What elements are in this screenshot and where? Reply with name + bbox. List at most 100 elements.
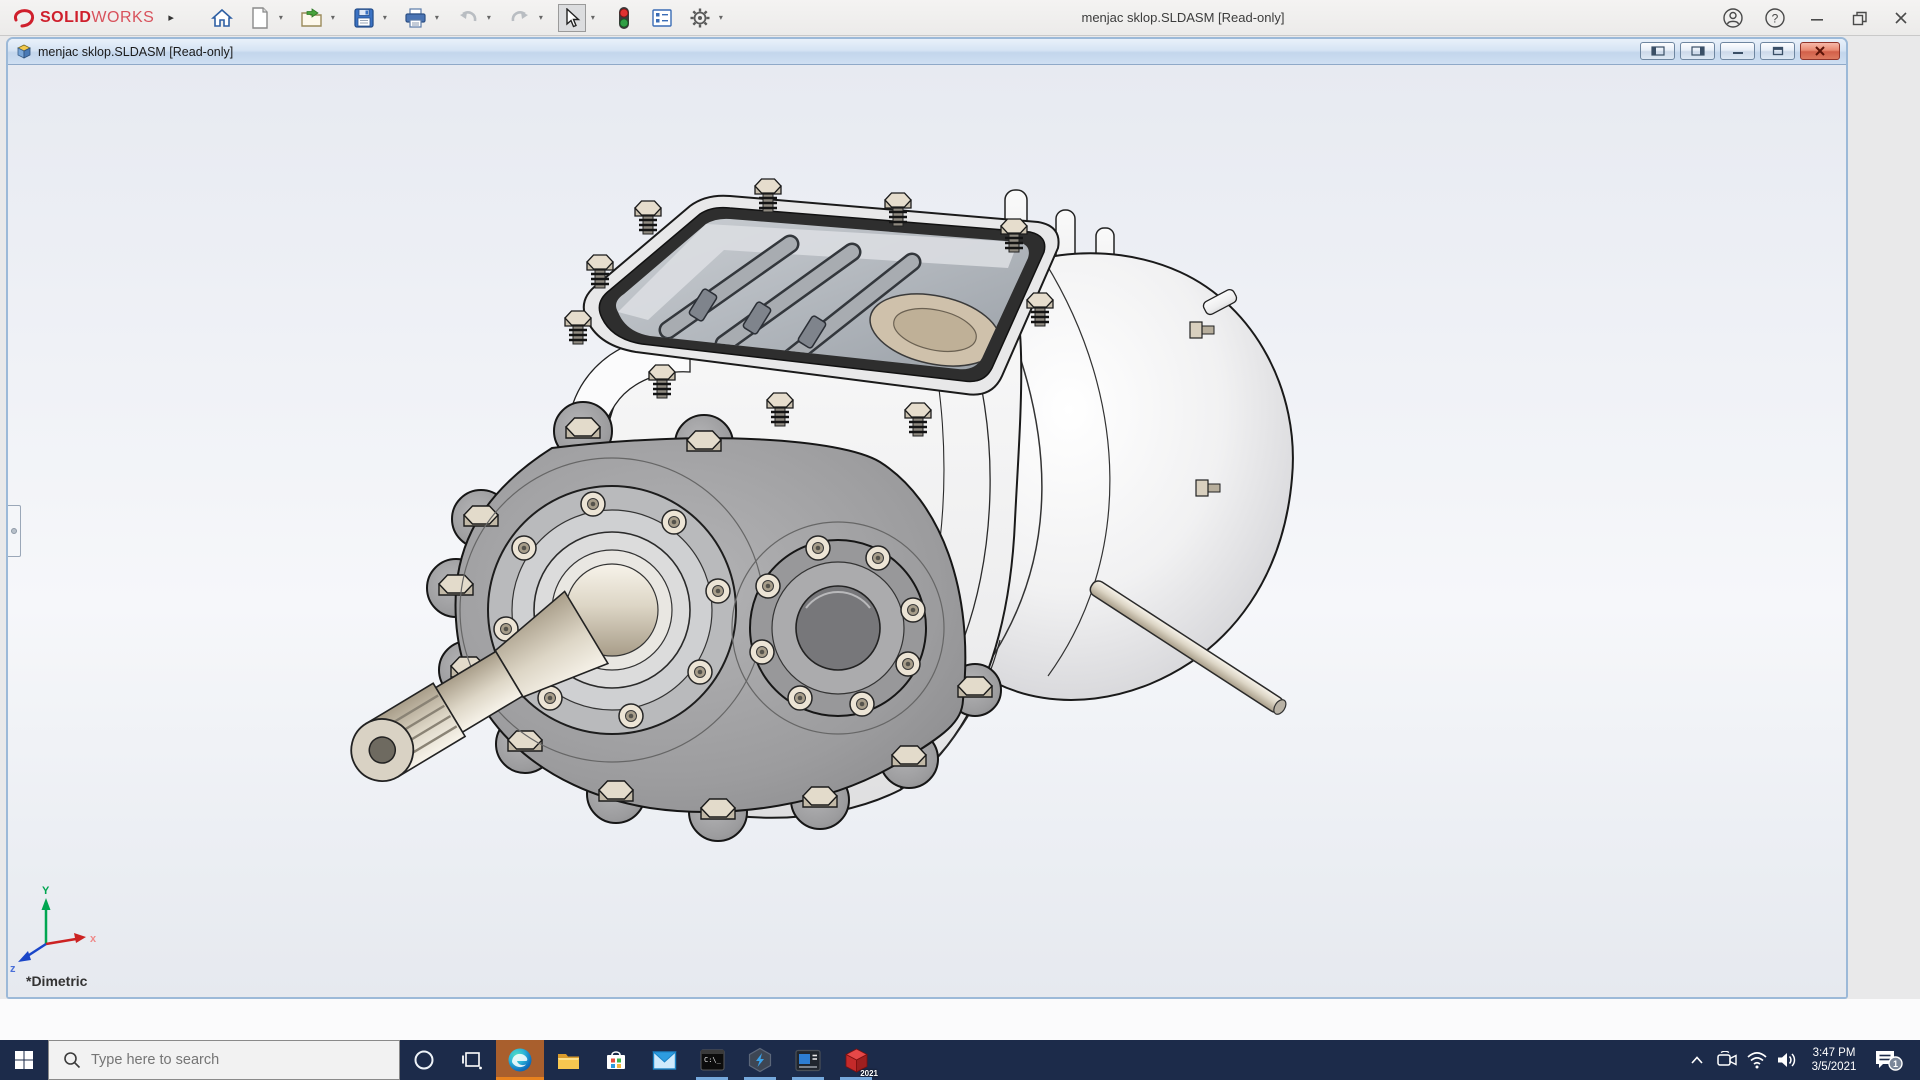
taskbar-item-solidworks[interactable]: 2021 (832, 1040, 880, 1080)
taskbar-search-box[interactable] (48, 1040, 400, 1080)
windows-start-icon (14, 1050, 34, 1070)
print-button[interactable] (402, 4, 430, 32)
notification-badge: 1 (1893, 1059, 1898, 1069)
display-properties-button[interactable] (648, 4, 676, 32)
hexagon-app-icon (747, 1047, 773, 1073)
start-button[interactable] (0, 1040, 48, 1080)
help-button[interactable]: ? (1764, 7, 1786, 29)
home-icon (211, 7, 233, 29)
solidworks-logo-icon (10, 6, 36, 30)
document-window: menjac sklop.SLDASM [Read-only] (6, 37, 1848, 999)
speaker-icon (1776, 1051, 1798, 1069)
pane-right-icon (1691, 46, 1705, 56)
taskbar: C:\_ (0, 1040, 1920, 1080)
file-explorer-icon (556, 1048, 581, 1073)
minimize-button[interactable] (1806, 7, 1828, 29)
command-prompt-icon: C:\_ (700, 1048, 725, 1072)
restore-icon (1852, 11, 1867, 26)
home-button[interactable] (208, 4, 236, 32)
pane-left-button[interactable] (1640, 42, 1675, 60)
pane-right-button[interactable] (1680, 42, 1715, 60)
close-button[interactable] (1890, 7, 1912, 29)
taskbar-item-file-explorer[interactable] (544, 1040, 592, 1080)
featuremanager-collapsed-tab[interactable] (8, 505, 21, 557)
search-input[interactable] (91, 1052, 371, 1068)
window-title: menjac sklop.SLDASM [Read-only] (1030, 10, 1336, 25)
triad-z-label: z (10, 963, 16, 975)
doc-close-button[interactable] (1800, 42, 1840, 60)
new-document-button[interactable] (246, 4, 274, 32)
tray-meet-now[interactable] (1712, 1040, 1742, 1080)
redo-icon (509, 8, 531, 28)
print-dropdown[interactable]: ▾ (430, 4, 444, 32)
menu-flyout-arrow[interactable]: ▸ (168, 11, 174, 24)
open-folder-icon (300, 7, 324, 29)
mail-icon (652, 1050, 677, 1071)
open-button[interactable] (298, 4, 326, 32)
system-tray: 3:47 PM 3/5/2021 1 (1682, 1040, 1920, 1080)
taskbar-item-task-view[interactable] (448, 1040, 496, 1080)
traffic-light-icon (617, 6, 631, 30)
account-icon (1722, 7, 1744, 29)
svg-text:C:\_: C:\_ (704, 1056, 722, 1064)
view-orientation-label: *Dimetric (26, 973, 87, 989)
taskbar-clock[interactable]: 3:47 PM 3/5/2021 (1802, 1046, 1866, 1074)
interference-check-button[interactable] (610, 4, 638, 32)
cortana-icon (413, 1049, 435, 1071)
new-document-dropdown[interactable]: ▾ (274, 4, 288, 32)
restore-button[interactable] (1848, 7, 1870, 29)
desktop: SOLIDWORKS ▸ ▾ (0, 0, 1920, 1080)
meet-now-icon (1716, 1051, 1738, 1069)
new-document-icon (250, 7, 270, 29)
properties-list-icon (651, 8, 673, 28)
taskbar-item-command-prompt[interactable]: C:\_ (688, 1040, 736, 1080)
select-tool-button[interactable] (558, 4, 586, 32)
save-button[interactable] (350, 4, 378, 32)
search-icon (63, 1051, 81, 1069)
triad-y-label: Y (42, 885, 50, 897)
taskbar-item-cortana[interactable] (400, 1040, 448, 1080)
app-title-bar: SOLIDWORKS ▸ ▾ (0, 0, 1920, 36)
brand-works: WORKS (91, 9, 154, 27)
tray-chevron-button[interactable] (1682, 1040, 1712, 1080)
account-button[interactable] (1722, 7, 1744, 29)
taskbar-item-hex-app[interactable] (736, 1040, 784, 1080)
action-center-icon: 1 (1873, 1048, 1903, 1072)
options-dropdown[interactable]: ▾ (714, 4, 728, 32)
gearbox-assembly-model[interactable]: Y x z (8, 65, 1846, 997)
solidworks-logo: SOLIDWORKS (10, 6, 154, 30)
save-dropdown[interactable]: ▾ (378, 4, 392, 32)
tray-network[interactable] (1742, 1040, 1772, 1080)
taskbar-item-edge[interactable] (496, 1040, 544, 1080)
help-icon: ? (1764, 7, 1786, 29)
taskbar-item-media-app[interactable] (784, 1040, 832, 1080)
doc-minimize-button[interactable] (1720, 42, 1755, 60)
quick-access-toolbar: ▾ ▾ ▾ (208, 4, 728, 32)
clock-time: 3:47 PM (1802, 1046, 1866, 1060)
gear-icon (689, 7, 711, 29)
pane-left-icon (1651, 46, 1665, 56)
undo-button[interactable] (454, 4, 482, 32)
doc-restore-button[interactable] (1760, 42, 1795, 60)
select-tool-dropdown[interactable]: ▾ (586, 4, 600, 32)
open-dropdown[interactable]: ▾ (326, 4, 340, 32)
taskbar-item-mail[interactable] (640, 1040, 688, 1080)
action-center-button[interactable]: 1 (1866, 1040, 1910, 1080)
app-client-bottom-strip (0, 999, 1920, 1040)
document-title-bar[interactable]: menjac sklop.SLDASM [Read-only] (8, 39, 1846, 65)
options-button[interactable] (686, 4, 714, 32)
graphics-viewport[interactable]: Y x z *Dimetric (8, 65, 1846, 997)
chevron-up-icon (1690, 1055, 1704, 1065)
undo-dropdown[interactable]: ▾ (482, 4, 496, 32)
close-icon (1894, 11, 1908, 25)
doc-minimize-icon (1732, 46, 1744, 56)
taskbar-item-store[interactable] (592, 1040, 640, 1080)
microsoft-store-icon (604, 1048, 628, 1072)
redo-button[interactable] (506, 4, 534, 32)
tray-volume[interactable] (1772, 1040, 1802, 1080)
svg-text:?: ? (1772, 12, 1779, 26)
redo-dropdown[interactable]: ▾ (534, 4, 548, 32)
select-arrow-icon (563, 8, 581, 28)
clock-date: 3/5/2021 (1802, 1060, 1866, 1074)
media-app-icon (795, 1049, 821, 1072)
